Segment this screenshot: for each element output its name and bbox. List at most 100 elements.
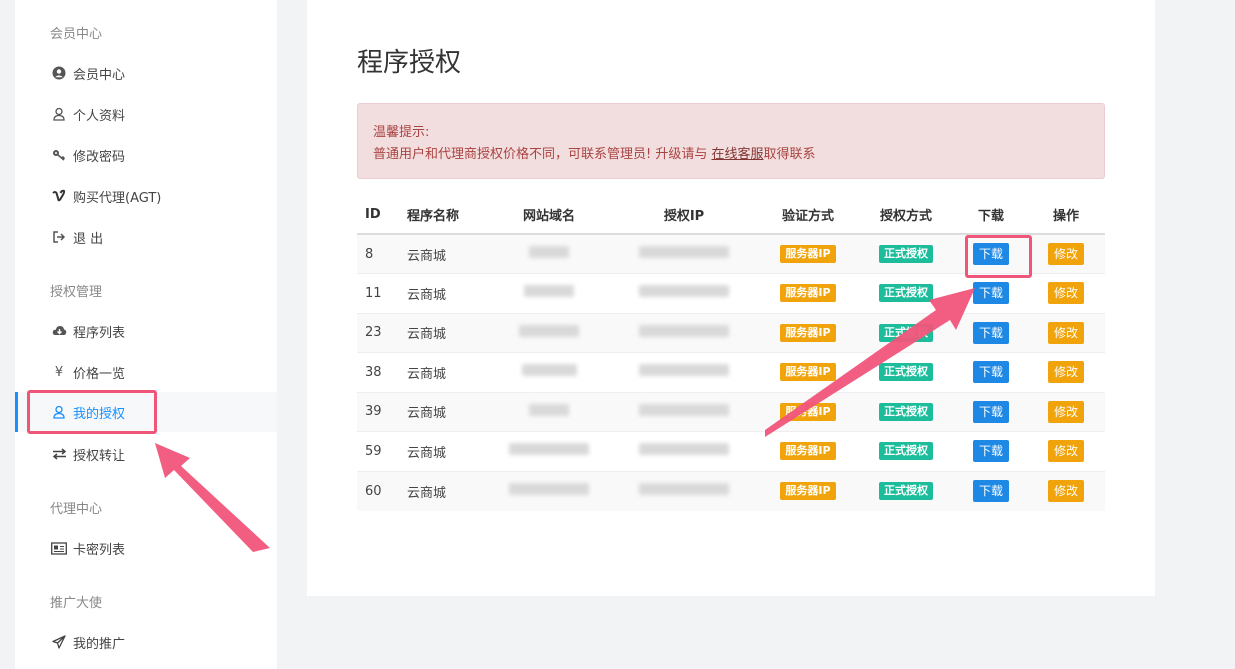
yen-icon: ¥ (54, 364, 64, 380)
cell-verify-method: 服务器IP (759, 233, 857, 274)
sidebar-item-label: 购买代理(AGT) (73, 190, 162, 206)
edit-button[interactable]: 修改 (1047, 400, 1084, 423)
column-header-download: 下载 (955, 196, 1027, 235)
sidebar-item-label: 个人资料 (73, 108, 126, 124)
verify-method-badge: 服务器IP (780, 402, 836, 421)
alert-title: 温馨提示: (373, 125, 430, 140)
sidebar-item-label: 我的推广 (73, 636, 126, 652)
edit-button[interactable]: 修改 (1047, 243, 1084, 265)
online-service-link[interactable]: 在线客服 (711, 147, 763, 162)
cell-download: 下载 (955, 352, 1027, 392)
table-row: 59 云商城 服务器IP 正式授权 下载 修改 (357, 431, 1105, 471)
cell-download: 下载 (955, 470, 1027, 511)
sidebar-item-label: 授权转让 (73, 448, 126, 464)
cell-auth-method: 正式授权 (857, 352, 955, 392)
sidebar-item-my-promotion[interactable]: 我的推广 (15, 622, 277, 662)
key-icon (51, 147, 67, 163)
highlight-box-my-authorization (27, 390, 157, 434)
cell-auth-method: 正式授权 (857, 273, 955, 313)
sidebar-item-label: 程序列表 (73, 325, 126, 341)
sidebar-item-logout[interactable]: 退 出 (15, 217, 277, 257)
cell-id: 39 (357, 391, 407, 432)
cell-domain-redacted (489, 352, 609, 392)
send-icon (51, 634, 67, 650)
cell-program-name: 云商城 (407, 470, 489, 511)
sidebar-item-profile[interactable]: 个人资料 (15, 94, 277, 134)
alert-text: 普通用户和代理商授权价格不同，可联系管理员! 升级请与 (373, 147, 712, 162)
auth-method-badge: 正式授权 (879, 482, 933, 500)
cell-action: 修改 (1027, 391, 1105, 432)
sidebar: 会员中心 会员中心 个人资料 修改密码 购买代理(AGT) 退 出 授权管理 程… (15, 0, 277, 669)
table-row: 60 云商城 服务器IP 正式授权 下载 修改 (357, 470, 1105, 511)
table-header-row: ID 程序名称 网站域名 授权IP 验证方式 授权方式 下载 操作 (357, 196, 1105, 235)
sidebar-item-label: 会员中心 (73, 67, 126, 83)
cell-id: 38 (357, 352, 407, 392)
sidebar-item-label: 修改密码 (73, 149, 126, 165)
cell-ip-redacted (609, 352, 759, 392)
edit-button[interactable]: 修改 (1047, 361, 1084, 384)
cell-domain-redacted (489, 273, 609, 313)
auth-method-badge: 正式授权 (879, 442, 933, 461)
alert-message: 普通用户和代理商授权价格不同，可联系管理员! 升级请与 在线客服取得联系 (373, 144, 1089, 166)
page-title: 程序授权 (357, 48, 462, 78)
cell-ip-redacted (609, 431, 759, 471)
cell-ip-redacted (609, 312, 759, 353)
section-title-member: 会员中心 (50, 27, 103, 42)
cell-verify-method: 服务器IP (759, 431, 857, 471)
sidebar-item-member-center[interactable]: 会员中心 (15, 53, 277, 93)
download-button[interactable]: 下载 (972, 400, 1009, 423)
sidebar-item-buy-agent[interactable]: 购买代理(AGT) (15, 176, 277, 216)
table-row: 39 云商城 服务器IP 正式授权 下载 修改 (357, 391, 1105, 432)
cell-verify-method: 服务器IP (759, 312, 857, 353)
download-button[interactable]: 下载 (972, 282, 1009, 305)
download-button[interactable]: 下载 (972, 440, 1009, 463)
cell-id: 59 (357, 431, 407, 471)
cell-download: 下载 (955, 312, 1027, 353)
cell-download: 下载 (955, 431, 1027, 471)
edit-button[interactable]: 修改 (1047, 321, 1084, 344)
auth-method-badge: 正式授权 (879, 323, 933, 342)
edit-button[interactable]: 修改 (1047, 480, 1084, 502)
edit-button[interactable]: 修改 (1047, 440, 1084, 463)
download-button[interactable]: 下载 (972, 321, 1009, 344)
sidebar-item-program-list[interactable]: 程序列表 (15, 311, 277, 351)
cell-action: 修改 (1027, 431, 1105, 471)
cell-domain-redacted (489, 431, 609, 471)
cell-auth-method: 正式授权 (857, 233, 955, 274)
sidebar-item-price-list[interactable]: ¥ 价格一览 (15, 352, 277, 392)
sidebar-item-auth-transfer[interactable]: 授权转让 (15, 434, 277, 474)
cell-program-name: 云商城 (407, 352, 489, 392)
edit-button[interactable]: 修改 (1047, 282, 1084, 305)
sidebar-item-card-list[interactable]: 卡密列表 (15, 528, 277, 568)
cell-id: 60 (357, 470, 407, 511)
column-header-verify-method: 验证方式 (759, 196, 857, 235)
cell-verify-method: 服务器IP (759, 391, 857, 432)
column-header-domain: 网站域名 (489, 196, 609, 235)
user-circle-icon (51, 65, 67, 81)
section-title-auth: 授权管理 (50, 285, 103, 300)
cell-verify-method: 服务器IP (759, 273, 857, 313)
cell-program-name: 云商城 (407, 391, 489, 432)
download-button[interactable]: 下载 (972, 480, 1009, 502)
vimeo-icon (51, 188, 67, 204)
user-icon (51, 106, 67, 122)
cell-id: 8 (357, 233, 407, 274)
cell-verify-method: 服务器IP (759, 470, 857, 511)
cell-auth-method: 正式授权 (857, 391, 955, 432)
cell-id: 23 (357, 312, 407, 353)
cell-id: 11 (357, 273, 407, 313)
sidebar-item-change-password[interactable]: 修改密码 (15, 135, 277, 175)
cell-ip-redacted (609, 233, 759, 274)
download-button[interactable]: 下载 (972, 361, 1009, 384)
cell-program-name: 云商城 (407, 431, 489, 471)
cell-auth-method: 正式授权 (857, 470, 955, 511)
cell-program-name: 云商城 (407, 233, 489, 274)
sidebar-item-label: 退 出 (73, 231, 104, 247)
table-row: 23 云商城 服务器IP 正式授权 下载 修改 (357, 312, 1105, 353)
cell-ip-redacted (609, 273, 759, 313)
cell-download: 下载 (955, 273, 1027, 313)
section-title-promoter: 推广大使 (50, 596, 103, 611)
verify-method-badge: 服务器IP (780, 245, 836, 263)
alert-warning: 温馨提示: 普通用户和代理商授权价格不同，可联系管理员! 升级请与 在线客服取得… (357, 103, 1105, 179)
auth-method-badge: 正式授权 (879, 402, 933, 421)
